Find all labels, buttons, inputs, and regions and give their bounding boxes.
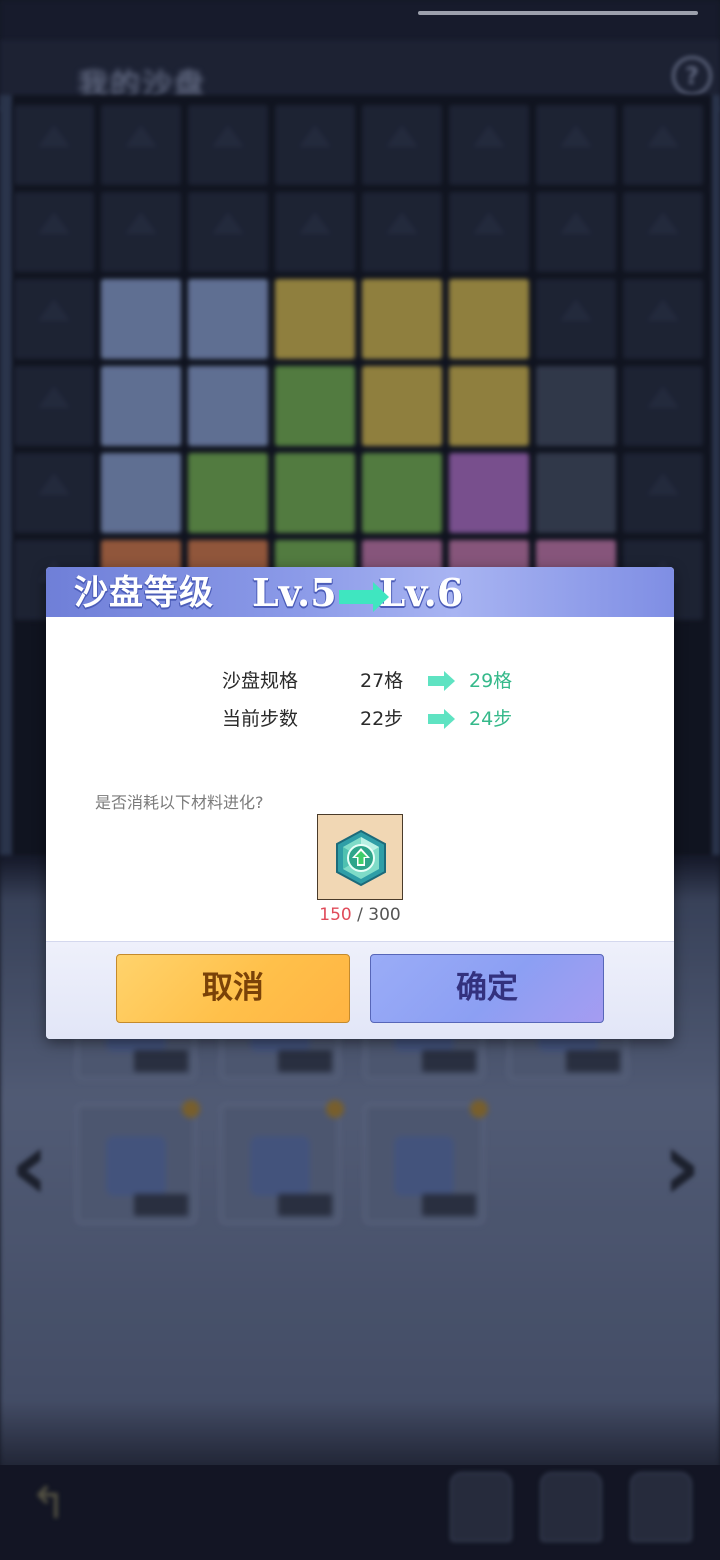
level-change: Lv.5 Lv.6 [252, 570, 463, 616]
stat-label: 沙盘规格 [222, 670, 299, 692]
level-from: Lv.5 [252, 570, 337, 615]
material-separator: / [351, 905, 369, 925]
cancel-button[interactable]: 取消 [116, 954, 350, 1023]
material-slot[interactable] [317, 814, 403, 900]
stat-next-value: 24步 [469, 708, 513, 730]
material-counter: 150 / 300 [46, 905, 674, 925]
upgrade-dialog: 沙盘等级 Lv.5 Lv.6 沙盘规格 27格 29格 当前步数 22步 24步 … [46, 567, 674, 1039]
stat-arrow-icon [428, 709, 455, 729]
stat-row-steps: 当前步数 22步 24步 [46, 704, 674, 734]
level-to: Lv.6 [378, 570, 464, 615]
dialog-title: 沙盘等级 [74, 573, 214, 613]
material-current: 150 [319, 905, 352, 925]
stat-current-value: 22步 [360, 708, 404, 730]
stat-arrow-icon [428, 671, 455, 691]
stat-next-value: 29格 [469, 670, 513, 692]
stat-current-value: 27格 [360, 670, 404, 692]
consume-question: 是否消耗以下材料进化? [95, 793, 264, 812]
material-required: 300 [368, 905, 401, 925]
stat-row-size: 沙盘规格 27格 29格 [46, 666, 674, 696]
upgrade-crystal-icon [336, 829, 386, 887]
stat-label: 当前步数 [222, 708, 299, 730]
level-arrow-icon [338, 581, 389, 612]
confirm-button[interactable]: 确定 [370, 954, 604, 1023]
